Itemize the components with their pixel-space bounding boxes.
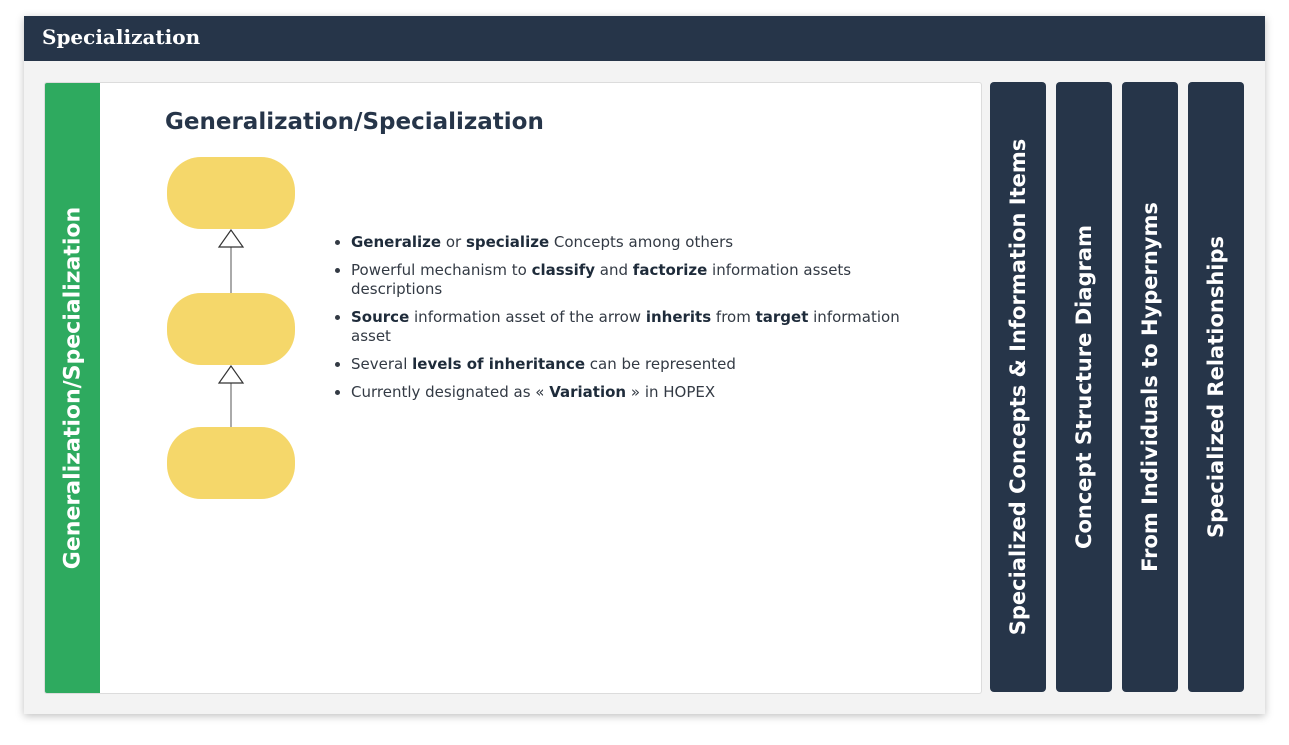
bullet-text: or [441,233,466,251]
child-node [167,427,295,499]
window-title: Specialization [42,25,201,49]
bullet-text: » in HOPEX [626,383,716,401]
bullet-emphasis: Source [351,308,410,326]
generalization-arrowhead-icon [217,228,245,248]
slide-title: Generalization/Specialization [165,109,544,135]
bullet-text: information asset of the arrow [409,308,646,326]
tab-label: From Individuals to Hypernyms [1138,202,1162,572]
generalization-arrowhead-icon [217,364,245,384]
tab-label: Concept Structure Diagram [1072,225,1096,549]
bullet-text: Currently designated as « [351,383,550,401]
bullet-item: Source information asset of the arrow in… [351,308,911,346]
tab-label: Generalization/Specialization [60,206,85,570]
tab-label: Specialized Concepts & Information Items [1006,138,1030,636]
bullet-emphasis: Variation [549,383,627,401]
bullet-emphasis: factorize [632,261,708,279]
parent-node [167,157,295,229]
window-header: Specialization [24,16,1265,61]
bullet-list: Generalize or specialize Concepts among … [331,233,911,411]
presentation-window: Specialization Generalization/Specializa… [24,16,1265,714]
bullet-text: from [711,308,756,326]
inheritance-diagram [167,157,295,499]
bullet-text: Powerful mechanism to [351,261,532,279]
middle-node [167,293,295,365]
bullet-emphasis: classify [531,261,596,279]
tab-individuals-to-hypernyms[interactable]: From Individuals to Hypernyms [1122,82,1178,692]
bullet-text: and [595,261,633,279]
bullet-emphasis: specialize [465,233,550,251]
bullet-item: Currently designated as « Variation » in… [351,383,911,402]
slide-card: Generalization/Specialization Generaliza… [44,82,982,694]
tab-concept-structure-diagram[interactable]: Concept Structure Diagram [1056,82,1112,692]
tab-specialized-concepts[interactable]: Specialized Concepts & Information Items [990,82,1046,692]
tab-specialized-relationships[interactable]: Specialized Relationships [1188,82,1244,692]
bullet-emphasis: Generalize [351,233,442,251]
bullet-item: Generalize or specialize Concepts among … [351,233,911,252]
bullet-emphasis: inherits [645,308,712,326]
bullet-text: Concepts among others [549,233,734,251]
bullet-text: Several [351,355,413,373]
tab-label: Specialized Relationships [1204,236,1228,538]
bullet-emphasis: levels of inheritance [412,355,586,373]
tab-generalization-specialization[interactable]: Generalization/Specialization [45,83,100,693]
bullet-item: Several levels of inheritance can be rep… [351,355,911,374]
bullet-emphasis: target [755,308,809,326]
bullet-text: can be represented [585,355,736,373]
bullet-item: Powerful mechanism to classify and facto… [351,261,911,299]
